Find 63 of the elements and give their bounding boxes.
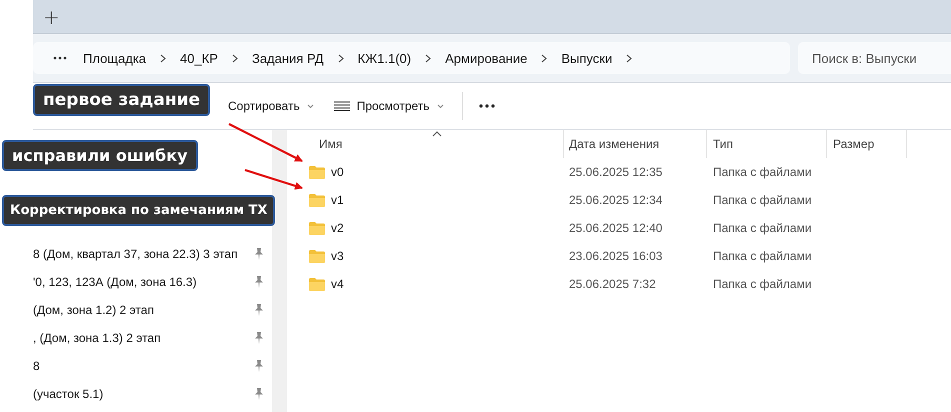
annotation-callout: Корректировка по замечаниям ТХ [2, 195, 276, 226]
pin-icon[interactable] [254, 248, 264, 260]
type-cell: Папка с файлами [713, 165, 812, 179]
new-tab-button[interactable]: + [33, 4, 70, 28]
chevron-icon[interactable] [160, 54, 166, 62]
search-field[interactable]: Поиск в: Выпуски [798, 42, 951, 74]
sort-caret-icon [432, 131, 442, 137]
pin-icon[interactable] [254, 304, 264, 316]
chevron-icon[interactable] [338, 54, 344, 62]
breadcrumb-item[interactable]: Площадка [83, 50, 146, 66]
type-cell: Папка с файлами [713, 249, 812, 263]
toolbar-button[interactable]: Сортировать [226, 95, 316, 117]
sidebar-item[interactable]: 8 (Дом, квартал 37, зона 22.3) 3 этап [33, 247, 238, 261]
more-icon[interactable] [478, 104, 495, 108]
column-header[interactable]: Размер [833, 137, 874, 151]
more-icon[interactable] [53, 56, 67, 60]
sidebar-item[interactable]: 8 [33, 359, 40, 373]
breadcrumb-item[interactable]: Выпуски [561, 50, 612, 66]
folder-icon [309, 250, 325, 262]
pin-icon[interactable] [254, 276, 264, 288]
chevron-icon[interactable] [626, 54, 632, 62]
sidebar-item[interactable]: (Дом, зона 1.2) 2 этап [33, 303, 154, 317]
column-header[interactable]: Имя [319, 137, 342, 151]
folder-name[interactable]: v2 [331, 221, 344, 235]
view-lines-icon [334, 101, 350, 111]
pin-icon[interactable] [254, 360, 264, 372]
folder-name[interactable]: v1 [331, 193, 344, 207]
annotation-arrow [244, 168, 303, 190]
date-cell: 25.06.2025 7:32 [569, 277, 656, 291]
pin-icon[interactable] [254, 388, 264, 400]
folder-icon [309, 278, 325, 290]
breadcrumb-item[interactable]: КЖ1.1(0) [358, 50, 412, 66]
toolbar-button[interactable]: Просмотреть [332, 95, 446, 117]
folder-name[interactable]: v3 [331, 249, 344, 263]
date-cell: 25.06.2025 12:40 [569, 221, 662, 235]
sidebar-item[interactable]: (участок 5.1) [33, 387, 104, 401]
chevron-icon[interactable] [232, 54, 238, 62]
sidebar-item[interactable]: '0, 123, 123А (Дом, зона 16.3) [33, 275, 197, 289]
folder-icon [309, 166, 325, 178]
chevron-icon[interactable] [425, 54, 432, 62]
date-cell: 25.06.2025 12:35 [569, 165, 662, 179]
annotation-callout: первое задание [33, 84, 210, 116]
folder-icon [309, 222, 325, 234]
type-cell: Папка с файлами [713, 193, 812, 207]
annotation-callout: исправили ошибку [2, 140, 198, 171]
address-bar[interactable]: Площадка 40_КР Задания РД КЖ1.1(0) Армирование Выпуски [33, 42, 790, 74]
date-cell: 25.06.2025 12:34 [569, 193, 662, 207]
type-cell: Папка с файлами [713, 277, 812, 291]
folder-name[interactable]: v4 [331, 277, 344, 291]
dropdown-caret-icon [436, 104, 444, 108]
folder-name[interactable]: v0 [331, 165, 344, 179]
column-header[interactable]: Дата изменения [569, 137, 660, 151]
folder-icon [309, 194, 325, 206]
chevron-icon[interactable] [541, 54, 548, 62]
breadcrumb-item[interactable]: 40_КР [180, 50, 218, 66]
sidebar-item[interactable]: , (Дом, зона 1.3) 2 этап [33, 331, 161, 345]
breadcrumb-item[interactable]: Задания РД [252, 50, 324, 66]
column-header[interactable]: Тип [713, 137, 734, 151]
pin-icon[interactable] [254, 332, 264, 344]
date-cell: 23.06.2025 16:03 [569, 249, 662, 263]
breadcrumb-item[interactable]: Армирование [445, 50, 528, 66]
type-cell: Папка с файлами [713, 221, 812, 235]
dropdown-caret-icon [306, 104, 314, 108]
